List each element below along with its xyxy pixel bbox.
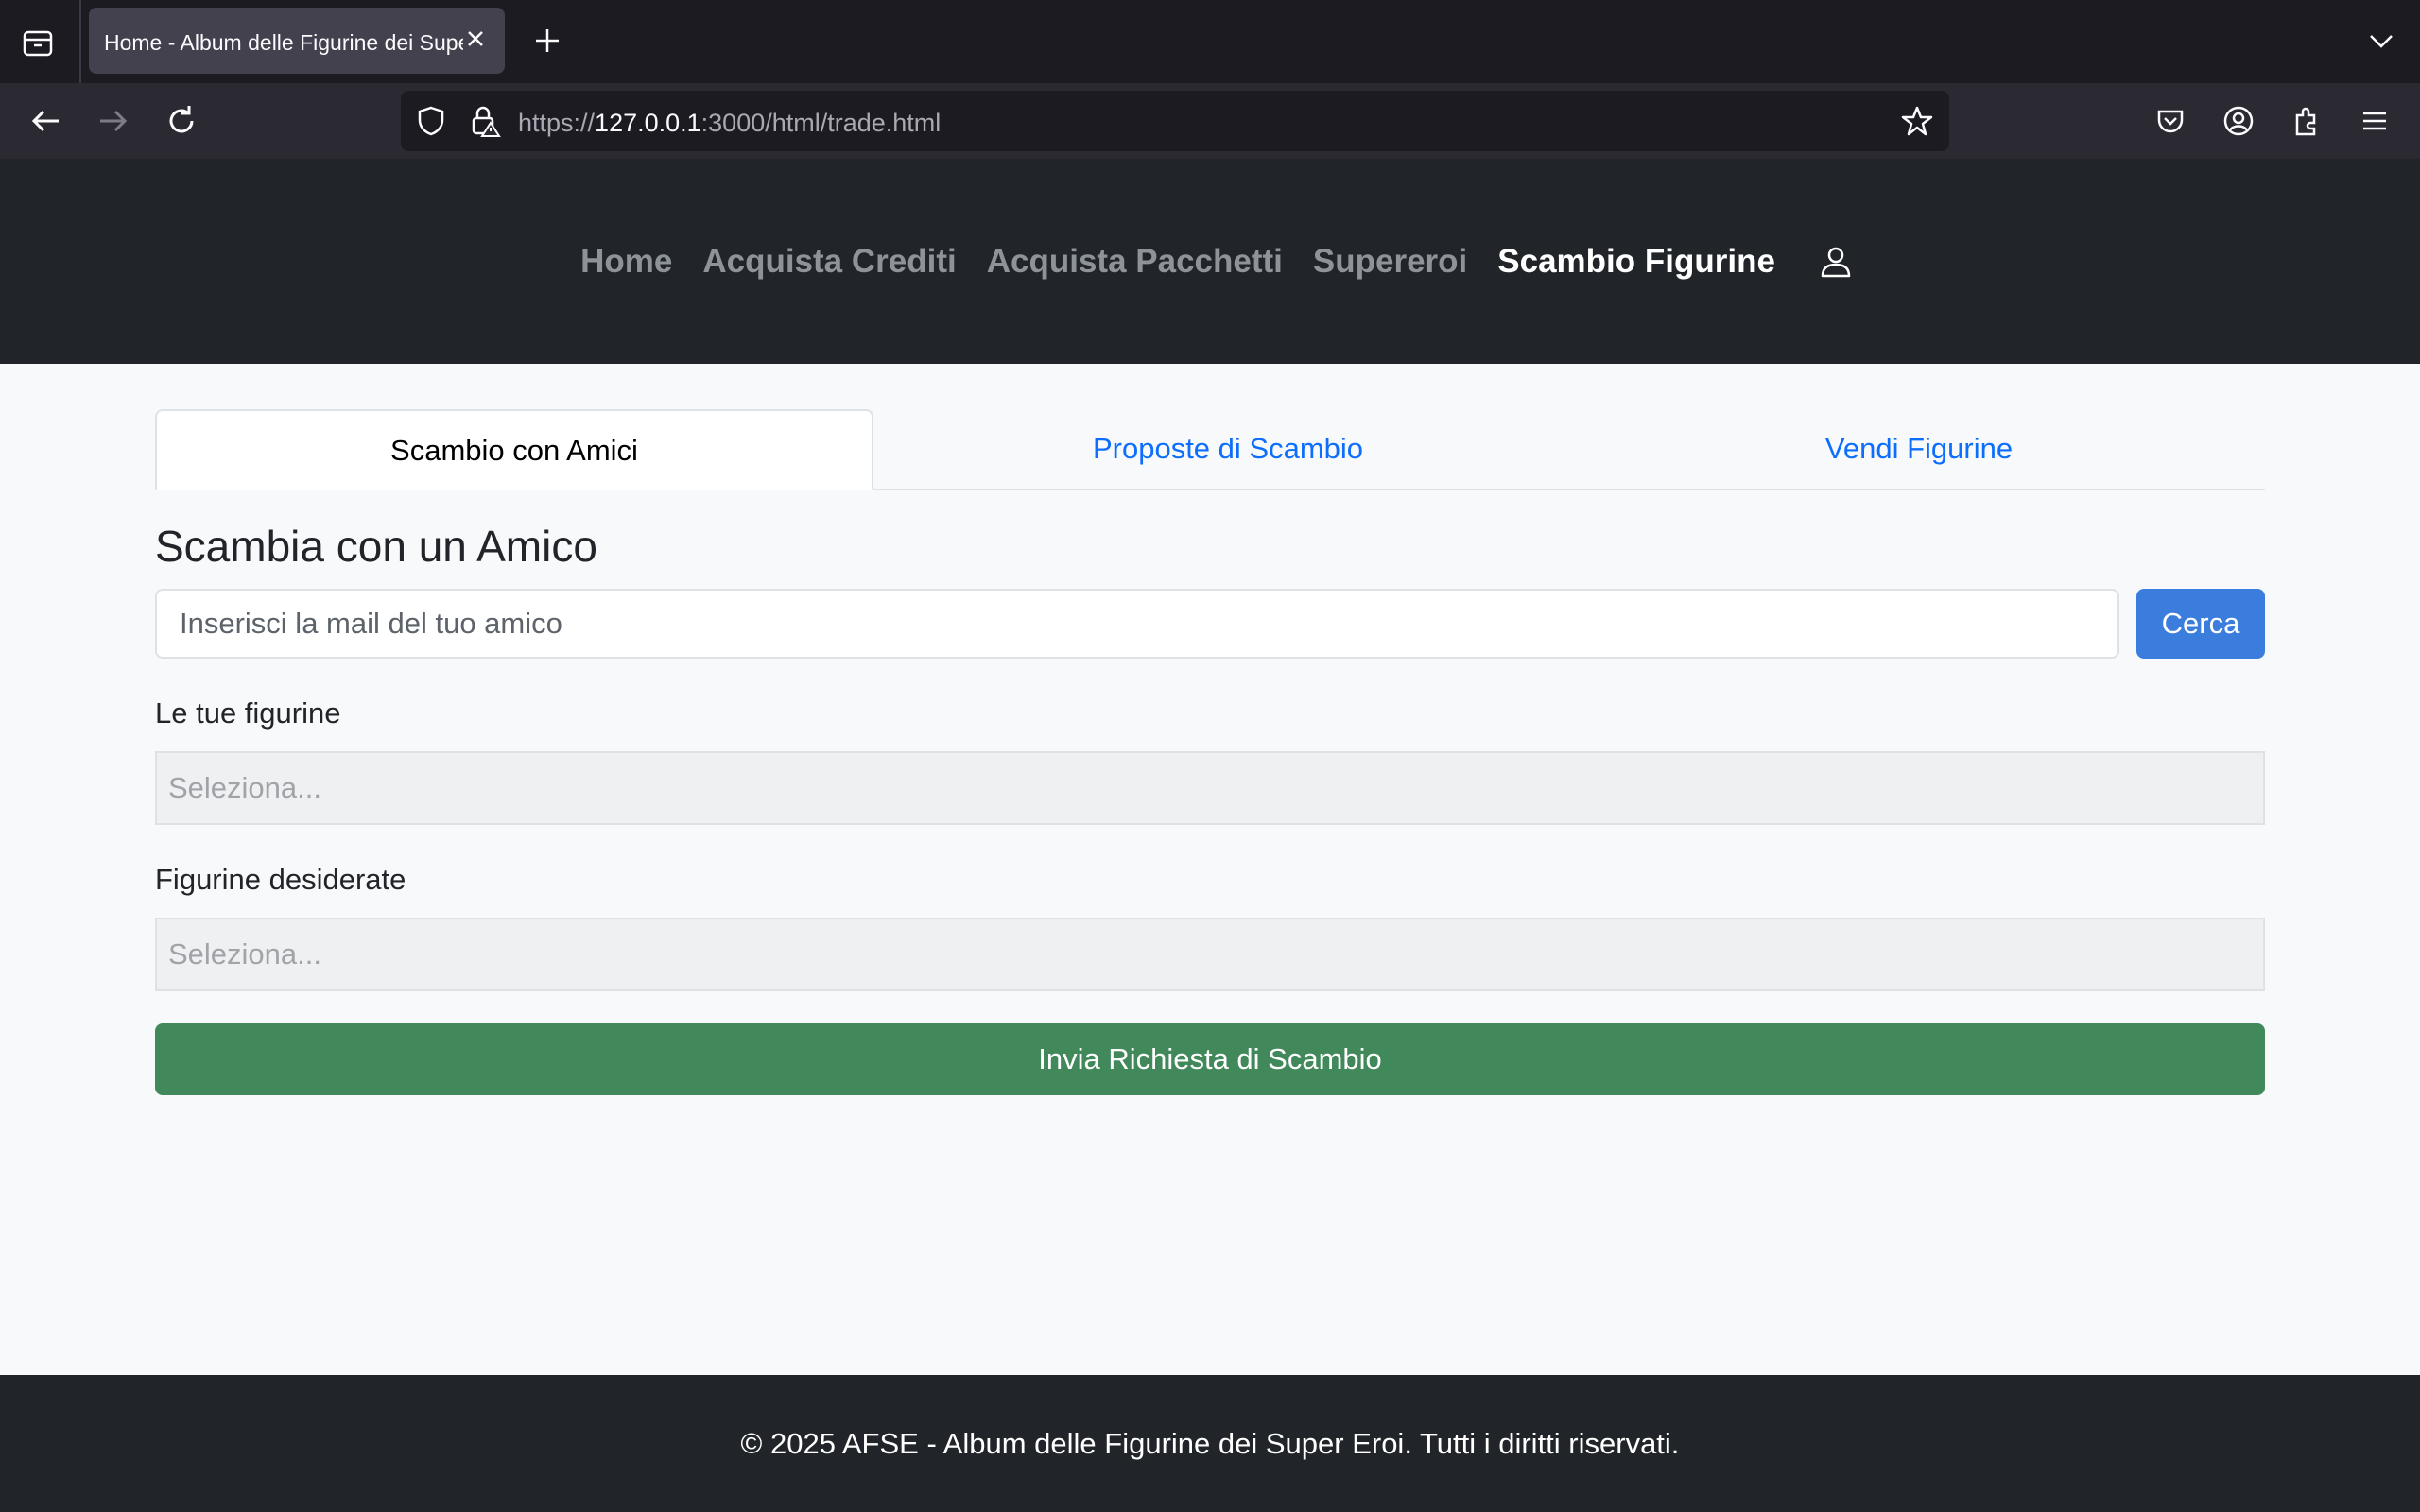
url-path: :3000/html/trade.html	[700, 109, 942, 137]
star-icon[interactable]	[1900, 104, 1934, 138]
close-icon[interactable]	[461, 25, 490, 53]
browser-tab-bar: Home - Album delle Figurine dei Super Er…	[0, 0, 2420, 83]
section-title: Scambia con un Amico	[155, 522, 597, 571]
tab-list-icon[interactable]	[19, 25, 57, 62]
tab-proposte-di-scambio[interactable]: Proposte di Scambio	[883, 409, 1573, 489]
menu-item-acquista-pacchetti[interactable]: Acquista Pacchetti	[987, 243, 1283, 281]
menu-item-supereroi[interactable]: Supereroi	[1313, 243, 1467, 281]
account-icon[interactable]	[2220, 102, 2257, 140]
tab-vendi-figurine[interactable]: Vendi Figurine	[1573, 409, 2265, 489]
footer-copyright: © 2025 AFSE - Album delle Figurine dei S…	[740, 1426, 1680, 1460]
url-text[interactable]: https://127.0.0.1:3000/html/trade.html	[518, 109, 941, 138]
my-cards-label: Le tue figurine	[155, 696, 341, 730]
trade-tabs: Scambio con Amici Proposte di Scambio Ve…	[155, 409, 2265, 490]
friend-email-input[interactable]	[155, 589, 2119, 659]
menu-item-home[interactable]: Home	[580, 243, 672, 281]
wanted-cards-label: Figurine desiderate	[155, 863, 406, 896]
browser-tab[interactable]: Home - Album delle Figurine dei Super Er…	[89, 8, 505, 74]
menu-item-scambio-figurine[interactable]: Scambio Figurine	[1497, 243, 1775, 281]
menu-item-acquista-crediti[interactable]: Acquista Crediti	[702, 243, 956, 281]
lock-warning-icon[interactable]	[467, 104, 501, 138]
extensions-icon[interactable]	[2288, 102, 2325, 140]
forward-arrow-icon[interactable]	[95, 102, 132, 140]
back-arrow-icon[interactable]	[26, 102, 64, 140]
send-trade-request-button[interactable]: Invia Richiesta di Scambio	[155, 1023, 2265, 1095]
site-header: Home Acquista Crediti Acquista Pacchetti…	[0, 159, 2420, 364]
footer: © 2025 AFSE - Album delle Figurine dei S…	[0, 1375, 2420, 1512]
user-icon[interactable]	[1817, 243, 1855, 281]
url-host: 127.0.0.1	[595, 109, 701, 137]
tab-scambio-con-amici[interactable]: Scambio con Amici	[155, 409, 873, 490]
chevron-down-icon[interactable]	[2367, 26, 2395, 55]
shield-icon[interactable]	[414, 104, 448, 138]
my-cards-select[interactable]: Seleziona...	[155, 751, 2265, 825]
address-bar[interactable]: https://127.0.0.1:3000/html/trade.html	[401, 91, 1949, 151]
wanted-cards-select[interactable]: Seleziona...	[155, 918, 2265, 991]
menu-icon[interactable]	[2356, 102, 2394, 140]
browser-tab-title: Home - Album delle Figurine dei Super Er…	[104, 30, 463, 55]
url-scheme: https://	[518, 109, 596, 137]
browser-nav-bar: https://127.0.0.1:3000/html/trade.html	[0, 83, 2420, 159]
reload-icon[interactable]	[163, 102, 200, 140]
main-menu: Home Acquista Crediti Acquista Pacchetti…	[0, 159, 2420, 364]
search-button[interactable]: Cerca	[2136, 589, 2265, 659]
plus-icon[interactable]	[533, 26, 562, 55]
pocket-icon[interactable]	[2152, 102, 2189, 140]
tab-bar-separator	[79, 0, 81, 83]
